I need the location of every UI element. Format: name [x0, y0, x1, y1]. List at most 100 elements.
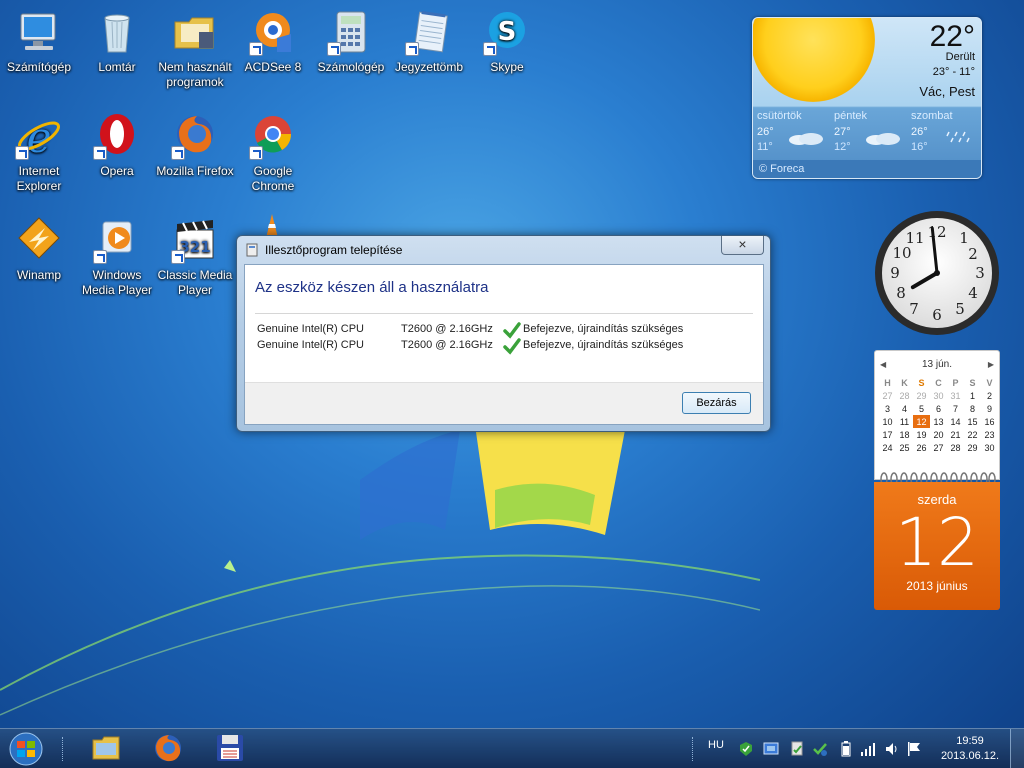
calendar-day[interactable]: 18 — [896, 428, 913, 441]
taskbar-grip[interactable] — [692, 737, 695, 761]
start-button[interactable] — [6, 731, 46, 767]
language-indicator[interactable]: HU — [708, 739, 724, 751]
taskbar-app-firefox[interactable] — [144, 732, 192, 766]
calendar-day[interactable]: 15 — [964, 415, 981, 428]
desktop-icon-acdsee[interactable]: ACDSee 8 — [234, 8, 312, 75]
calendar-day[interactable]: 7 — [947, 402, 964, 415]
calendar-day[interactable]: 24 — [879, 441, 896, 454]
calendar-day[interactable]: 27 — [930, 441, 947, 454]
calendar-day[interactable]: 30 — [930, 389, 947, 402]
action-center-flag-icon[interactable] — [906, 741, 922, 757]
desktop-icon-label: Winamp — [16, 268, 61, 282]
next-month-button[interactable]: ▶ — [988, 360, 994, 369]
taskbar-grip[interactable] — [62, 737, 65, 761]
calendar-day[interactable]: 9 — [981, 402, 998, 415]
battery-icon[interactable] — [838, 741, 854, 757]
desktop-icon-label: ACDSee 8 — [244, 60, 302, 74]
dialog-titlebar[interactable]: Illesztőprogram telepítése × — [237, 236, 770, 264]
calendar-day[interactable]: 31 — [947, 389, 964, 402]
calendar-day[interactable]: 19 — [913, 428, 930, 441]
show-desktop-button[interactable] — [1010, 729, 1024, 768]
weekday-header: V — [986, 377, 993, 388]
weekday-header: H — [884, 377, 891, 388]
calendar-day[interactable]: 22 — [964, 428, 981, 441]
svg-text:8: 8 — [896, 284, 906, 302]
device-model: T2600 @ 2.16GHz — [401, 339, 493, 351]
shield-check-icon[interactable] — [738, 741, 754, 757]
security-check-icon[interactable] — [789, 741, 805, 757]
calendar-day[interactable]: 27 — [879, 389, 896, 402]
calendar-day[interactable]: 21 — [947, 428, 964, 441]
calendar-day[interactable]: 16 — [981, 415, 998, 428]
calendar-day[interactable]: 8 — [964, 402, 981, 415]
calendar-day[interactable]: 1 — [964, 389, 981, 402]
floppy-disk-icon — [217, 735, 243, 761]
calendar-grid: H K S C P S V 27 28 29 30 31 1 2 3 4 5 6… — [879, 376, 998, 454]
forecast-day: péntek 27° 12° — [830, 110, 906, 158]
desktop-icon-label: Classic Media Player — [157, 268, 233, 297]
calendar-day[interactable]: 6 — [930, 402, 947, 415]
clock-gadget[interactable]: 1 234 567 8910 11 12 — [874, 210, 1000, 336]
taskbar-app-save[interactable] — [206, 732, 254, 766]
desktop-icon-opera[interactable]: Opera — [78, 112, 156, 179]
desktop-icon-windows-media-player[interactable]: Windows Media Player — [78, 216, 156, 298]
weekday-header: K — [901, 377, 908, 388]
calendar-day[interactable]: 17 — [879, 428, 896, 441]
desktop-icon-notepad[interactable]: Jegyzettömb — [390, 8, 468, 75]
taskbar-app-explorer[interactable] — [82, 732, 130, 766]
svg-text:7: 7 — [909, 300, 919, 318]
calendar-day[interactable]: 28 — [947, 441, 964, 454]
desktop-icon-label: Számítógép — [6, 60, 72, 74]
calendar-day[interactable]: 23 — [981, 428, 998, 441]
close-button[interactable]: × — [721, 236, 764, 255]
calendar-day[interactable]: 28 — [896, 389, 913, 402]
update-icon[interactable] — [812, 741, 828, 757]
calendar-day[interactable]: 3 — [879, 402, 896, 415]
cloud-icon — [866, 133, 900, 145]
dialog-content: Az eszköz készen áll a használatra Genui… — [244, 264, 764, 425]
desktop-icon-internet-explorer[interactable]: e Internet Explorer — [0, 112, 78, 194]
desktop-icon-unused-programs[interactable]: Nem használt programok — [156, 8, 234, 90]
rain-icon — [946, 131, 970, 143]
svg-text:11: 11 — [905, 229, 924, 247]
calendar-today-panel[interactable]: szerda 12 2013 június — [874, 482, 1000, 610]
shortcut-arrow-icon — [327, 42, 341, 56]
desktop-icon-firefox[interactable]: Mozilla Firefox — [156, 112, 234, 179]
speaker-icon[interactable] — [884, 741, 900, 757]
desktop-icon-calculator[interactable]: Számológép — [312, 8, 390, 75]
calendar-day[interactable]: 29 — [913, 389, 930, 402]
calendar-day[interactable]: 10 — [879, 415, 896, 428]
signal-strength-icon[interactable] — [860, 741, 876, 757]
desktop-icon-winamp[interactable]: Winamp — [0, 216, 78, 283]
forecast-low: 11° — [757, 141, 773, 153]
desktop-icon-chrome[interactable]: Google Chrome — [234, 112, 312, 194]
calendar-day[interactable]: 20 — [930, 428, 947, 441]
network-adapter-icon[interactable] — [763, 741, 779, 757]
taskbar-time: 19:59 — [956, 735, 984, 747]
close-dialog-button[interactable]: Bezárás — [682, 392, 751, 414]
dialog-title: Illesztőprogram telepítése — [265, 243, 403, 257]
taskbar-clock[interactable]: 19:59 2013.06.12. — [938, 734, 1002, 764]
calendar-day[interactable]: 29 — [964, 441, 981, 454]
desktop-icon-recycle-bin[interactable]: Lomtár — [78, 8, 156, 75]
calendar-day[interactable]: 4 — [896, 402, 913, 415]
weather-source[interactable]: © Foreca — [753, 160, 981, 178]
desktop-icon-computer[interactable]: Számítógép — [0, 8, 78, 75]
desktop-icon-skype[interactable]: S Skype — [468, 8, 546, 75]
firefox-icon — [155, 735, 181, 762]
calendar-day[interactable]: 11 — [896, 415, 913, 428]
calendar-day[interactable]: 5 — [913, 402, 930, 415]
forecast-day-name: péntek — [834, 110, 868, 122]
calendar-day[interactable]: 25 — [896, 441, 913, 454]
shortcut-arrow-icon — [171, 146, 185, 160]
calendar-day-today[interactable]: 12 — [913, 415, 930, 428]
calendar-day[interactable]: 30 — [981, 441, 998, 454]
calendar-gadget[interactable]: ◀ 13 jún. ▶ H K S C P S V 27 28 29 30 31… — [874, 350, 1000, 612]
weather-gadget[interactable]: 22° Derült 23° - 11° Vác, Pest csütörtök… — [752, 17, 982, 179]
desktop-icon-classic-media-player[interactable]: 321 Classic Media Player — [156, 216, 234, 298]
calendar-day[interactable]: 26 — [913, 441, 930, 454]
calendar-day[interactable]: 14 — [947, 415, 964, 428]
calendar-day[interactable]: 13 — [930, 415, 947, 428]
forecast-high: 27° — [834, 126, 851, 138]
calendar-day[interactable]: 2 — [981, 389, 998, 402]
